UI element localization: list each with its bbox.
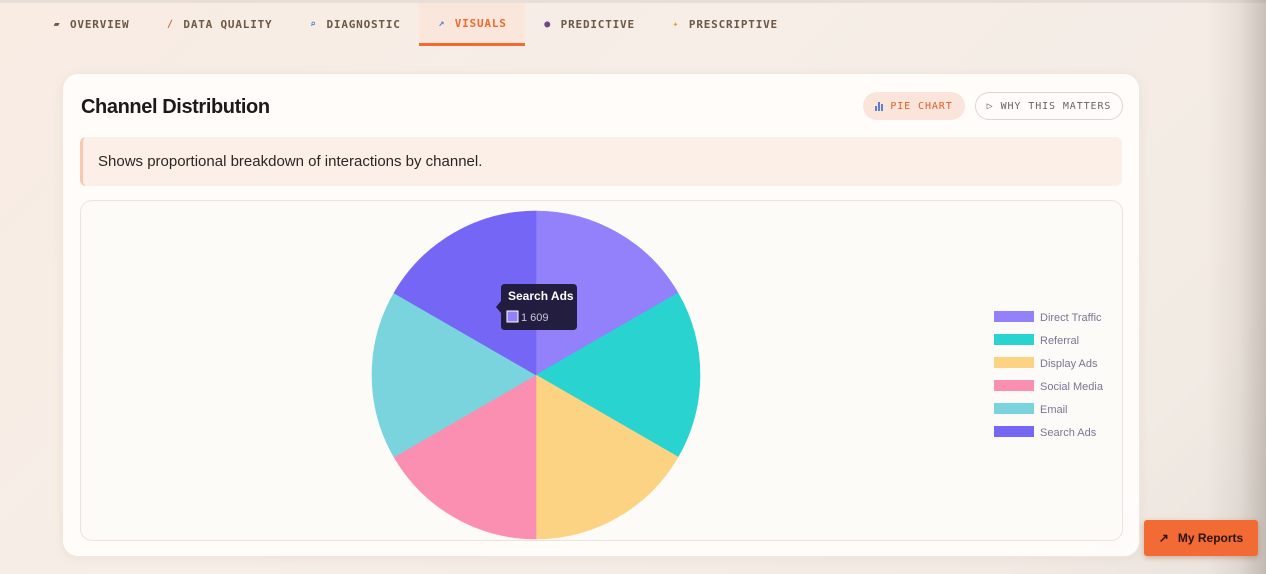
tooltip-swatch xyxy=(506,310,519,323)
card-title: Channel Distribution xyxy=(81,96,270,118)
why-this-matters-button[interactable]: ▷ WHY THIS MATTERS xyxy=(975,92,1123,120)
legend-item-search-ads[interactable]: Search Ads xyxy=(994,426,1097,439)
tab-overview[interactable]: ▰ OVERVIEW xyxy=(34,3,147,46)
chart-icon: ↗ xyxy=(438,17,446,29)
chart-type-badge[interactable]: PIE CHART xyxy=(863,92,965,120)
bar-chart-icon xyxy=(875,101,884,111)
my-reports-button[interactable]: ↗ My Reports xyxy=(1144,520,1258,556)
why-label: WHY THIS MATTERS xyxy=(1000,100,1112,112)
chart-type-label: PIE CHART xyxy=(890,100,953,112)
legend-item-direct-traffic[interactable]: Direct Traffic xyxy=(994,311,1102,324)
tab-visuals[interactable]: ↗ VISUALS xyxy=(418,3,525,46)
legend-item-social-media[interactable]: Social Media xyxy=(994,380,1104,393)
legend-label: Display Ads xyxy=(1040,358,1098,370)
tooltip-title: Search Ads xyxy=(508,289,574,303)
legend-label: Search Ads xyxy=(1040,427,1097,439)
legend-swatch xyxy=(994,334,1034,345)
legend-swatch xyxy=(994,357,1034,368)
tab-bar: ▰ OVERVIEW ∕ DATA QUALITY ⌕ DIAGNOSTIC ↗… xyxy=(34,3,796,47)
legend-label: Email xyxy=(1040,404,1068,416)
play-icon: ▷ xyxy=(986,100,994,112)
tab-label: DATA QUALITY xyxy=(183,18,273,31)
chart-area: Direct Traffic Referral Display Ads Social … xyxy=(80,200,1123,541)
crystal-ball-icon: ● xyxy=(544,19,552,30)
magnifier-icon: ⌕ xyxy=(310,19,317,30)
edge-shadow xyxy=(1206,0,1266,574)
legend-item-email[interactable]: Email xyxy=(994,403,1068,416)
legend-item-referral[interactable]: Referral xyxy=(994,334,1079,347)
chart-card: Channel Distribution PIE CHART ▷ WHY THI… xyxy=(62,73,1140,557)
tab-prescriptive[interactable]: ✦ PRESCRIPTIVE xyxy=(653,3,796,46)
my-reports-label: My Reports xyxy=(1177,531,1244,545)
description-text: Shows proportional breakdown of interact… xyxy=(98,153,483,170)
tab-label: OVERVIEW xyxy=(70,18,130,31)
chart-tooltip: Search Ads 1 609 xyxy=(496,284,577,330)
legend-swatch xyxy=(994,380,1034,391)
tab-diagnostic[interactable]: ⌕ DIAGNOSTIC xyxy=(290,3,418,46)
legend-swatch xyxy=(994,426,1034,437)
folder-icon: ▰ xyxy=(53,19,61,30)
tab-data-quality[interactable]: ∕ DATA QUALITY xyxy=(147,3,290,46)
legend-swatch xyxy=(994,403,1034,414)
legend-label: Referral xyxy=(1040,335,1079,347)
pencil-icon: ∕ xyxy=(166,19,174,30)
pie-chart: Direct Traffic Referral Display Ads Social … xyxy=(371,210,1104,540)
tab-label: VISUALS xyxy=(454,16,507,30)
tab-predictive[interactable]: ● PREDICTIVE xyxy=(525,3,653,46)
tab-label: DIAGNOSTIC xyxy=(326,18,401,31)
legend-label: Direct Traffic xyxy=(1040,312,1102,324)
tab-label: PRESCRIPTIVE xyxy=(688,18,778,31)
legend-swatch xyxy=(994,311,1034,322)
lightbulb-icon: ✦ xyxy=(672,19,680,30)
tab-label: PREDICTIVE xyxy=(560,18,635,31)
legend-label: Social Media xyxy=(1040,381,1104,393)
chart-description: Shows proportional breakdown of interact… xyxy=(80,137,1122,186)
tooltip-value: 1 609 xyxy=(521,312,549,324)
legend-item-display-ads[interactable]: Display Ads xyxy=(994,357,1098,370)
arrow-icon: ↗ xyxy=(1158,531,1169,545)
